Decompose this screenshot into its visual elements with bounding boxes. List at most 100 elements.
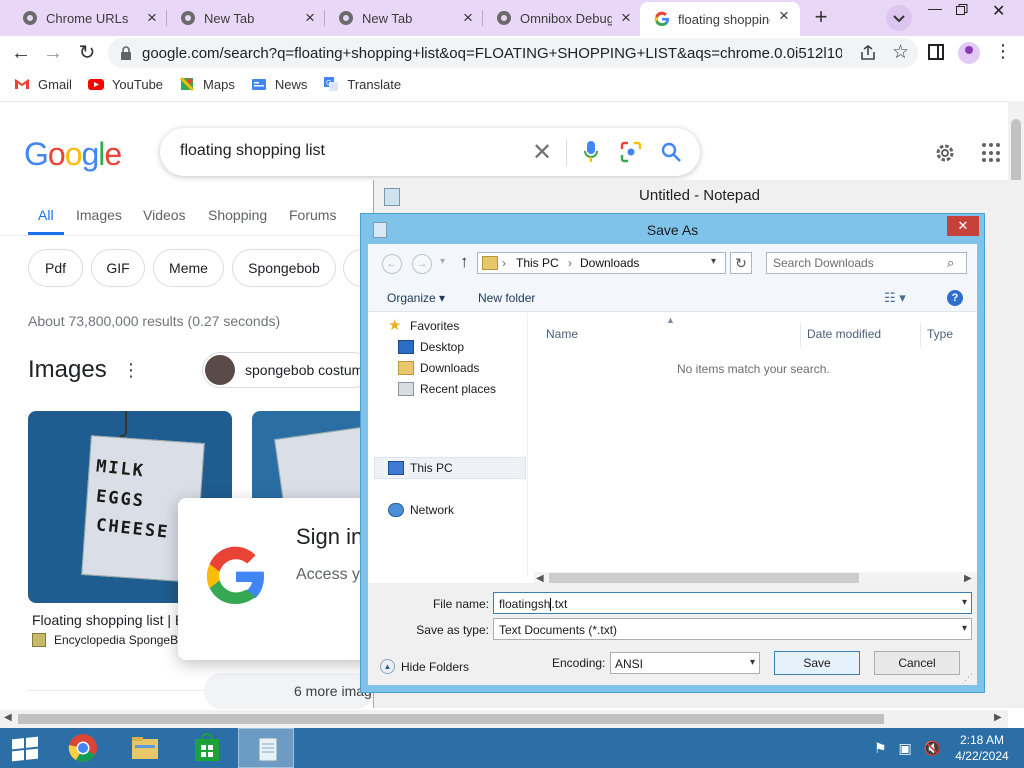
view-options-icon[interactable]: ☷ ▾ — [884, 290, 906, 306]
nav-network[interactable]: Network — [388, 503, 454, 517]
file-name-input[interactable]: floatingsh.txt ▾ — [493, 592, 972, 614]
column-header-type[interactable]: Type — [927, 327, 953, 341]
action-center-flag-icon[interactable]: ⚑ — [874, 740, 887, 756]
nav-this-pc[interactable]: This PC — [388, 461, 453, 475]
taskbar-notepad[interactable] — [238, 728, 294, 768]
network-status-icon[interactable]: ▣ — [898, 740, 911, 756]
back-icon[interactable]: ← — [8, 40, 34, 66]
tab-all[interactable]: All — [38, 207, 54, 223]
image-suggestion-chip[interactable]: spongebob costum — [202, 352, 372, 388]
window-close-icon[interactable]: ✕ — [992, 1, 1005, 21]
chevron-down-icon[interactable]: ▾ — [962, 623, 967, 634]
close-icon[interactable]: × — [776, 7, 792, 24]
column-header-date-modified[interactable]: Date modified — [807, 327, 881, 341]
more-images-button[interactable]: 6 more imag — [204, 673, 374, 709]
tab-shopping[interactable]: Shopping — [208, 207, 267, 223]
volume-muted-icon[interactable]: 🔇 — [924, 740, 941, 756]
filter-chip[interactable]: Pdf — [28, 249, 83, 287]
address-bar[interactable]: google.com/search?q=floating+shopping+li… — [108, 38, 918, 68]
search-downloads-input[interactable]: Search Downloads ⌕ — [766, 252, 967, 274]
share-icon[interactable] — [858, 43, 878, 63]
back-icon[interactable]: ← — [382, 254, 402, 274]
bookmark-gmail[interactable]: Gmail — [14, 76, 72, 92]
chevron-down-icon[interactable]: ▾ — [962, 597, 967, 608]
taskbar-file-explorer[interactable] — [116, 728, 172, 768]
bookmark-star-icon[interactable]: ☆ — [892, 41, 909, 64]
tab-images[interactable]: Images — [76, 207, 122, 223]
search-icon[interactable] — [660, 141, 682, 163]
up-folder-icon[interactable]: ↑ — [460, 252, 469, 272]
column-header-name[interactable]: Name — [546, 327, 578, 341]
reload-icon[interactable]: ↻ — [74, 40, 100, 66]
tab-omnibox-debug[interactable]: Omnibox Debug P × — [474, 4, 640, 32]
nav-downloads[interactable]: Downloads — [398, 361, 479, 375]
windows-start-icon[interactable] — [12, 736, 38, 762]
nav-favorites[interactable]: ★ Favorites — [388, 318, 459, 333]
bookmark-youtube[interactable]: YouTube — [87, 76, 163, 92]
new-tab-button[interactable]: + — [808, 5, 834, 31]
search-query[interactable]: floating shopping list — [180, 142, 325, 160]
google-search-box[interactable]: floating shopping list ✕ — [160, 128, 700, 176]
nav-recent-places[interactable]: Recent places — [398, 382, 496, 396]
chevron-down-icon[interactable]: ▾ — [711, 256, 716, 267]
save-button[interactable]: Save — [774, 651, 860, 675]
tab-chrome-urls[interactable]: Chrome URLs × — [0, 4, 166, 32]
google-logo[interactable]: Google — [24, 136, 122, 173]
notepad-title-bar[interactable]: Untitled - Notepad — [374, 180, 1024, 214]
microphone-icon[interactable] — [584, 141, 598, 163]
cancel-button[interactable]: Cancel — [874, 651, 960, 675]
filter-chip[interactable]: GIF — [91, 249, 145, 287]
tab-new-tab-1[interactable]: New Tab × — [158, 4, 324, 32]
scroll-right-icon[interactable]: ▶ — [994, 712, 1002, 723]
hide-folders-button[interactable]: ▲ Hide Folders — [380, 659, 469, 674]
dialog-close-button[interactable]: ✕ — [947, 216, 979, 236]
more-options-icon[interactable]: ⋮ — [122, 360, 140, 381]
tab-search-button[interactable] — [886, 5, 912, 31]
chevron-down-icon[interactable]: ▾ — [750, 657, 755, 668]
profile-avatar[interactable] — [958, 42, 980, 64]
help-icon[interactable]: ? — [947, 290, 963, 306]
scroll-left-icon[interactable]: ◀ — [4, 712, 12, 723]
scrollbar-thumb[interactable] — [18, 714, 884, 724]
organize-button[interactable]: Organize ▾ — [387, 291, 445, 305]
forward-icon[interactable]: → — [412, 254, 432, 274]
bookmark-translate[interactable]: G Translate — [323, 76, 401, 92]
dialog-title-bar[interactable]: Save As ✕ — [361, 214, 984, 244]
taskbar-clock[interactable]: 2:18 AM 4/22/2024 — [952, 732, 1012, 764]
page-horizontal-scrollbar[interactable]: ◀ ▶ — [0, 710, 1008, 728]
tab-videos[interactable]: Videos — [143, 207, 186, 223]
close-icon[interactable]: × — [618, 9, 634, 26]
google-lens-icon[interactable] — [620, 141, 642, 163]
resize-grip-icon[interactable]: ⋰ — [964, 672, 973, 683]
taskbar-chrome[interactable] — [54, 728, 110, 768]
tab-forums[interactable]: Forums — [289, 207, 336, 223]
save-as-type-select[interactable]: Text Documents (*.txt) ▾ — [493, 618, 972, 640]
path-separator[interactable]: › — [568, 256, 572, 270]
menu-kebab-icon[interactable]: ⋮ — [994, 41, 1012, 62]
minimize-icon[interactable]: — — [928, 0, 942, 16]
nav-desktop[interactable]: Desktop — [398, 340, 464, 354]
side-panel-icon[interactable] — [928, 44, 944, 60]
recent-locations-icon[interactable]: ▾ — [440, 256, 445, 267]
image-result-caption[interactable]: Floating shopping list | E — [32, 612, 184, 628]
bookmark-maps[interactable]: Maps — [179, 76, 235, 92]
breadcrumb-this-pc[interactable]: This PC — [516, 256, 559, 270]
image-result-source[interactable]: Encyclopedia SpongeB — [32, 633, 178, 647]
google-apps-icon[interactable] — [982, 143, 1002, 163]
scrollbar-thumb[interactable] — [1011, 119, 1021, 189]
filter-chip[interactable]: Spongebob — [232, 249, 336, 287]
folder-path-bar[interactable]: › This PC › Downloads ▾ — [477, 252, 726, 274]
refresh-icon[interactable]: ↻ — [730, 252, 752, 274]
bookmark-news[interactable]: News — [251, 76, 307, 92]
encoding-select[interactable]: ANSI ▾ — [610, 652, 760, 674]
forward-icon[interactable]: → — [40, 40, 66, 66]
clear-icon[interactable]: ✕ — [532, 138, 552, 167]
settings-gear-icon[interactable] — [934, 142, 956, 164]
tab-new-tab-2[interactable]: New Tab × — [316, 4, 482, 32]
taskbar-store[interactable] — [178, 728, 234, 768]
restore-icon[interactable] — [956, 3, 968, 19]
new-folder-button[interactable]: New folder — [478, 291, 535, 305]
filter-chip[interactable]: Meme — [153, 249, 224, 287]
breadcrumb-downloads[interactable]: Downloads — [580, 256, 639, 270]
tab-floating-shopping[interactable]: floating shopping × — [640, 2, 800, 36]
